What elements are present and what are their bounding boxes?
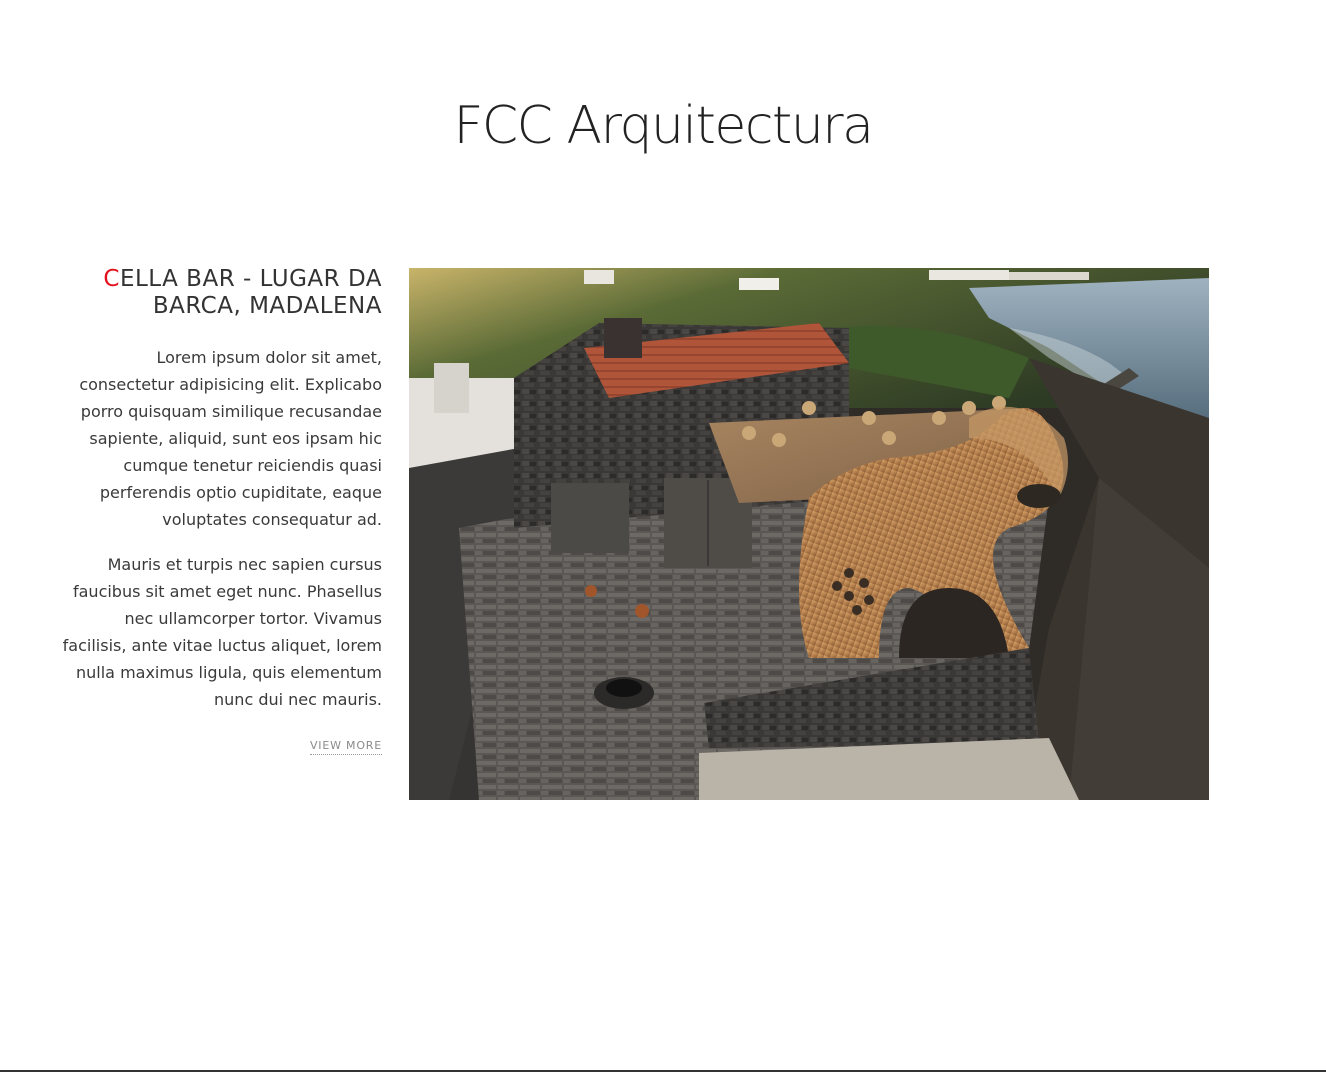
project-description: CELLA BAR - LUGAR DA BARCA, MADALENA Lor…: [58, 266, 382, 755]
project-photo-image: [409, 268, 1209, 800]
project-title-line2: BARCA, MADALENA: [152, 293, 382, 319]
project-paragraph-2: Mauris et turpis nec sapien cursus fauci…: [62, 555, 382, 709]
view-more-link[interactable]: VIEW MORE: [309, 739, 382, 755]
site-title: FCC Arquitectura: [453, 96, 874, 156]
project-paragraph-1: Lorem ipsum dolor sit amet, consectetur …: [79, 348, 382, 529]
page: FCC Arquitectura CELLA BAR - LUGAR DA BA…: [0, 0, 1326, 1074]
project-title-initial: C: [103, 266, 120, 292]
project-photo[interactable]: [409, 268, 1209, 800]
project-title: CELLA BAR - LUGAR DA BARCA, MADALENA: [58, 266, 382, 320]
project-title-line1: ELLA BAR - LUGAR DA: [119, 266, 382, 292]
footer-divider: [0, 1070, 1326, 1072]
